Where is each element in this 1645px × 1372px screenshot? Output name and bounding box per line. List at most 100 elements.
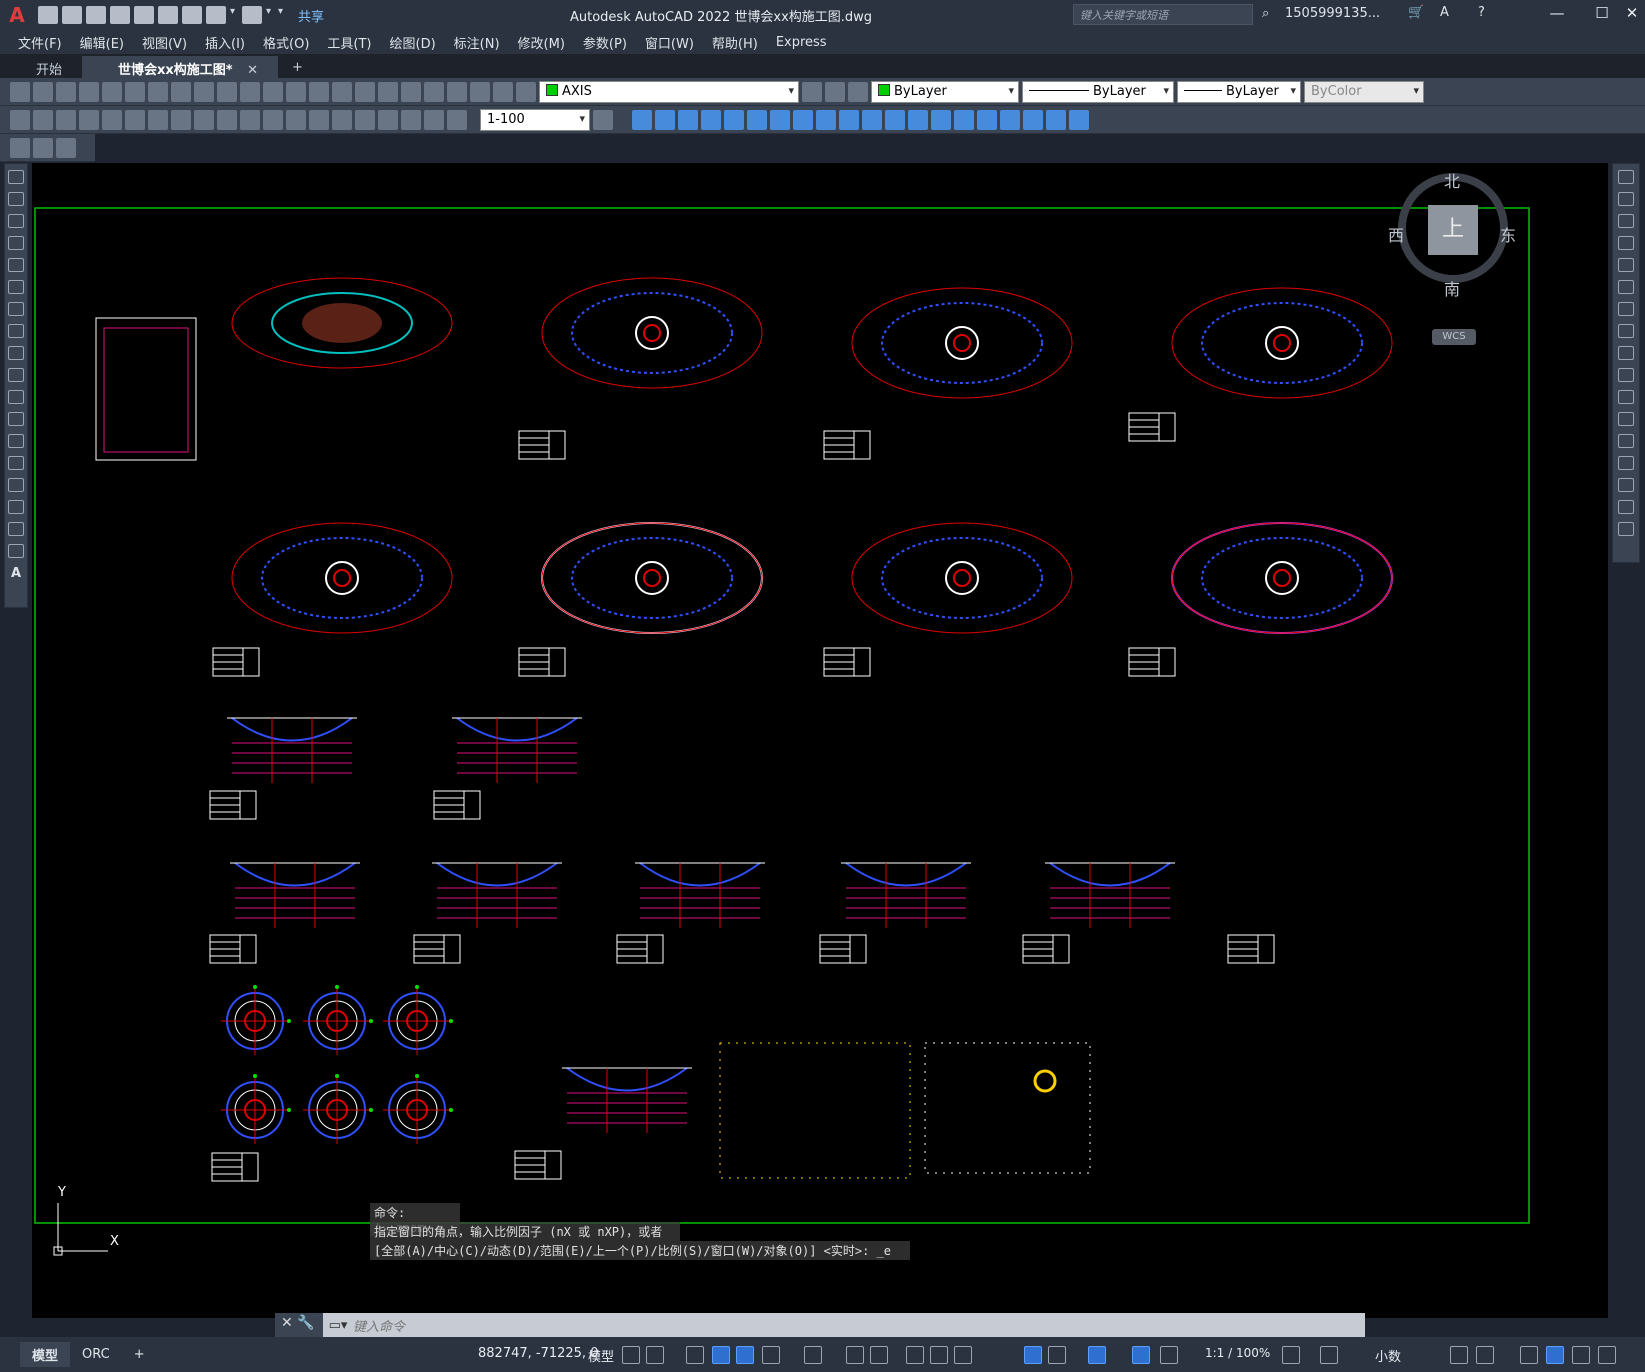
viewcube-east[interactable]: 东 bbox=[1500, 222, 1516, 246]
ordinate-dim-icon[interactable] bbox=[79, 109, 99, 130]
annotation-scale-icon[interactable] bbox=[1160, 1346, 1178, 1364]
grid-icon[interactable] bbox=[622, 1346, 640, 1364]
fillet-icon[interactable] bbox=[931, 109, 951, 130]
match-properties-icon[interactable] bbox=[217, 81, 237, 102]
add-layout-button[interactable]: + bbox=[122, 1344, 157, 1365]
make-current-layer-icon[interactable] bbox=[802, 81, 822, 102]
object-snap-tracking-icon[interactable] bbox=[846, 1346, 864, 1364]
quick-dim-icon[interactable] bbox=[194, 109, 214, 130]
break-icon[interactable] bbox=[1618, 412, 1634, 426]
diameter-dim-icon[interactable] bbox=[148, 109, 168, 130]
tab-drawing[interactable]: 世博会xx构施工图* ✕ bbox=[82, 56, 279, 78]
rectangle-icon[interactable] bbox=[8, 258, 24, 272]
stretch-icon[interactable] bbox=[793, 109, 813, 130]
open-icon[interactable] bbox=[33, 81, 53, 102]
explode-icon[interactable] bbox=[954, 109, 974, 130]
layer-manager-icon[interactable] bbox=[516, 81, 536, 102]
center-mark-icon[interactable] bbox=[332, 109, 352, 130]
menu-help[interactable]: 帮助(H) bbox=[712, 33, 758, 52]
make-block-icon[interactable] bbox=[8, 434, 24, 448]
publish-icon[interactable] bbox=[125, 81, 145, 102]
new-file-icon[interactable] bbox=[38, 6, 58, 24]
explode-icon[interactable] bbox=[1618, 522, 1634, 536]
dim-text-edit-icon[interactable] bbox=[424, 109, 444, 130]
model-space-toggle[interactable]: 模型 bbox=[588, 1346, 614, 1365]
properties-icon[interactable] bbox=[378, 81, 398, 102]
open-file-icon[interactable] bbox=[62, 6, 82, 24]
menu-dimension[interactable]: 标注(N) bbox=[454, 33, 500, 52]
baseline-dim-icon[interactable] bbox=[217, 109, 237, 130]
attribute-icon[interactable] bbox=[56, 137, 76, 158]
print-icon[interactable] bbox=[79, 81, 99, 102]
create-block-icon[interactable] bbox=[33, 137, 53, 158]
dynamic-ucs-icon[interactable] bbox=[1048, 1346, 1066, 1364]
jogged-linear-icon[interactable] bbox=[378, 109, 398, 130]
region-icon[interactable] bbox=[8, 522, 24, 536]
scale-icon[interactable] bbox=[770, 109, 790, 130]
radius-dim-icon[interactable] bbox=[102, 109, 122, 130]
customization-icon[interactable] bbox=[1598, 1346, 1616, 1364]
ungroup-icon[interactable] bbox=[1023, 109, 1043, 130]
open-web-icon[interactable] bbox=[134, 6, 154, 24]
new-tab-button[interactable]: + bbox=[292, 60, 303, 78]
3d-osnap-icon[interactable] bbox=[1024, 1346, 1042, 1364]
transparency-icon[interactable] bbox=[930, 1346, 948, 1364]
lineweight-icon[interactable] bbox=[906, 1346, 924, 1364]
maximize-button[interactable]: ☐ bbox=[1590, 4, 1614, 26]
erase-icon[interactable] bbox=[1618, 170, 1634, 184]
tool-palettes-icon[interactable] bbox=[424, 81, 444, 102]
infer-constraints-icon[interactable] bbox=[686, 1346, 704, 1364]
autodesk-app-icon[interactable]: A bbox=[1440, 5, 1449, 20]
polar-icon[interactable] bbox=[762, 1346, 780, 1364]
gradient-icon[interactable] bbox=[8, 500, 24, 514]
menu-insert[interactable]: 插入(I) bbox=[205, 33, 245, 52]
insert-block-icon[interactable] bbox=[10, 137, 30, 158]
snap-icon[interactable] bbox=[646, 1346, 664, 1364]
linetype-dropdown[interactable]: ByLayer bbox=[1022, 80, 1174, 103]
jogged-dim-icon[interactable] bbox=[125, 109, 145, 130]
close-tab-icon[interactable]: ✕ bbox=[247, 63, 258, 78]
menu-view[interactable]: 视图(V) bbox=[142, 33, 187, 52]
redo-icon[interactable] bbox=[263, 81, 283, 102]
inspection-icon[interactable] bbox=[355, 109, 375, 130]
isolate-objects-icon[interactable] bbox=[1520, 1346, 1538, 1364]
viewcube-top-face[interactable]: 上 bbox=[1428, 205, 1478, 255]
sheet-set-icon[interactable] bbox=[447, 81, 467, 102]
polygon-icon[interactable] bbox=[8, 236, 24, 250]
zoom-window-icon[interactable] bbox=[332, 81, 352, 102]
undo-icon[interactable] bbox=[240, 81, 260, 102]
extend-icon[interactable] bbox=[1618, 390, 1634, 404]
menu-parametric[interactable]: 参数(P) bbox=[583, 33, 627, 52]
close-button[interactable]: ✕ bbox=[1620, 4, 1644, 26]
dynamic-input-icon[interactable] bbox=[712, 1346, 730, 1364]
join-icon[interactable] bbox=[885, 109, 905, 130]
hatch-icon[interactable] bbox=[8, 478, 24, 492]
save-as-icon[interactable] bbox=[110, 6, 130, 24]
menu-file[interactable]: 文件(F) bbox=[18, 33, 62, 52]
layer-previous-icon[interactable] bbox=[825, 81, 845, 102]
cut-icon[interactable] bbox=[148, 81, 168, 102]
break-icon[interactable] bbox=[862, 109, 882, 130]
help-icon[interactable]: ? bbox=[1478, 5, 1485, 20]
dim-update-icon[interactable] bbox=[447, 109, 467, 130]
viewcube-west[interactable]: 西 bbox=[1388, 222, 1404, 246]
command-line-controls[interactable]: ✕ 🔧 bbox=[275, 1313, 323, 1337]
customize-qat-icon[interactable]: ▾ bbox=[278, 6, 286, 24]
dim-style-icon[interactable] bbox=[593, 109, 613, 130]
model-tab[interactable]: 模型 bbox=[20, 1342, 71, 1367]
menu-modify[interactable]: 修改(M) bbox=[518, 33, 565, 52]
extend-icon[interactable] bbox=[839, 109, 859, 130]
construction-line-icon[interactable] bbox=[8, 192, 24, 206]
menu-format[interactable]: 格式(O) bbox=[263, 33, 309, 52]
paste-icon[interactable] bbox=[194, 81, 214, 102]
table-icon[interactable] bbox=[8, 544, 24, 558]
copy-icon[interactable] bbox=[1618, 192, 1634, 206]
save-icon[interactable] bbox=[86, 6, 106, 24]
dim-scale-dropdown[interactable]: 1-100 bbox=[480, 108, 590, 131]
clean-screen-icon[interactable] bbox=[1572, 1346, 1590, 1364]
erase-icon[interactable] bbox=[1069, 109, 1089, 130]
join-icon[interactable] bbox=[1618, 434, 1634, 448]
zoom-realtime-icon[interactable] bbox=[309, 81, 329, 102]
text-icon[interactable]: A bbox=[5, 566, 27, 581]
layer-state-icon[interactable] bbox=[848, 81, 868, 102]
